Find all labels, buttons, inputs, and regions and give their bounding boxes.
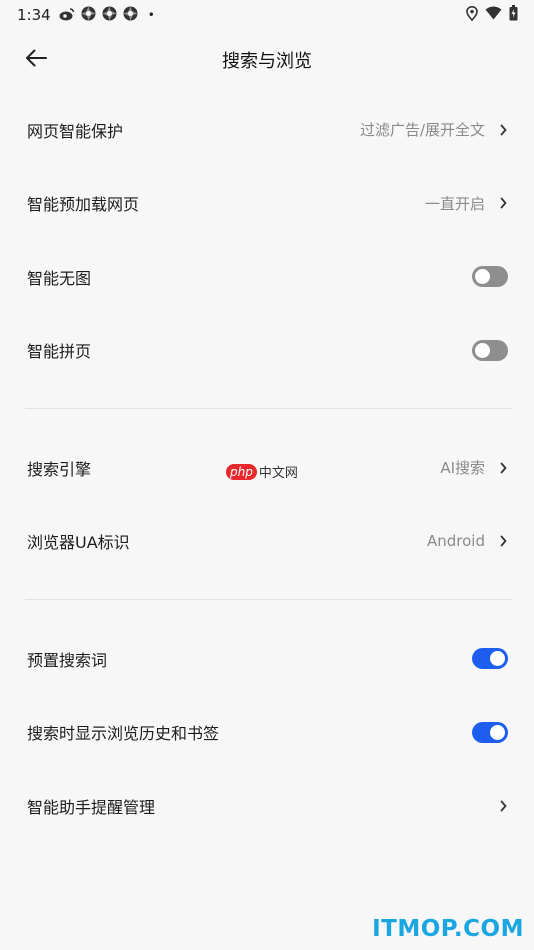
- php-text: 中文网: [258, 466, 298, 481]
- row-value: AI搜索: [440, 459, 485, 478]
- site-watermark: ITMOP.COM: [372, 916, 524, 942]
- chevron-right-icon: [499, 535, 507, 547]
- chevron-right-icon: [499, 800, 507, 812]
- row-label: 预置搜索词: [27, 650, 108, 670]
- row-label: 智能助手提醒管理: [27, 797, 156, 817]
- php-badge: php: [226, 463, 257, 480]
- status-time: 1:34: [17, 6, 51, 24]
- assistant-reminder-row[interactable]: 智能助手提醒管理: [0, 769, 534, 843]
- notification-icons: •: [59, 6, 155, 24]
- app-icon: [102, 6, 117, 24]
- divider: [25, 408, 512, 409]
- status-bar: 1:34 •: [0, 0, 534, 30]
- section-gap: [0, 578, 534, 622]
- app-icon: [81, 6, 96, 24]
- row-label: 智能无图: [27, 268, 92, 288]
- page-title: 搜索与浏览: [222, 51, 312, 72]
- divider: [25, 599, 512, 600]
- smart-no-image-toggle[interactable]: [472, 266, 508, 288]
- row-label: 智能预加载网页: [27, 195, 140, 215]
- wifi-icon: [485, 6, 502, 24]
- toggle-knob: [475, 269, 490, 285]
- smart-no-image-row: 智能无图: [0, 240, 534, 314]
- battery-icon: [509, 5, 518, 25]
- smart-page-join-row: 智能拼页: [0, 314, 534, 388]
- row-label: 智能拼页: [27, 342, 92, 362]
- preset-search-words-toggle[interactable]: [472, 648, 508, 670]
- chevron-right-icon: [499, 462, 507, 474]
- weibo-icon: [59, 7, 75, 24]
- notification-dot: •: [147, 8, 155, 22]
- php-watermark: php 中文网: [226, 462, 298, 481]
- show-history-bookmarks-row: 搜索时显示浏览历史和书签: [0, 696, 534, 770]
- back-button[interactable]: [18, 46, 54, 74]
- smart-preload-row[interactable]: 智能预加载网页 一直开启: [0, 167, 534, 241]
- row-label: 浏览器UA标识: [27, 533, 130, 553]
- browser-ua-row[interactable]: 浏览器UA标识 Android: [0, 505, 534, 579]
- section-gap: [0, 387, 534, 431]
- location-icon: [466, 5, 478, 25]
- row-label: 搜索时显示浏览历史和书签: [27, 724, 220, 744]
- web-smart-protection-row[interactable]: 网页智能保护 过滤广告/展开全文: [0, 93, 534, 167]
- row-value: 一直开启: [424, 194, 485, 213]
- preset-search-words-row: 预置搜索词: [0, 622, 534, 696]
- toggle-knob: [490, 724, 505, 740]
- show-history-bookmarks-toggle[interactable]: [472, 721, 508, 743]
- toggle-knob: [475, 342, 490, 358]
- system-icons: [466, 5, 518, 25]
- row-value: 过滤广告/展开全文: [359, 121, 485, 140]
- arrow-left-icon: [25, 49, 47, 71]
- app-header: 搜索与浏览: [0, 38, 534, 82]
- smart-page-join-toggle[interactable]: [472, 339, 508, 361]
- chevron-right-icon: [499, 124, 507, 136]
- toggle-knob: [490, 651, 505, 667]
- app-icon: [123, 6, 138, 24]
- row-label: 网页智能保护: [27, 121, 124, 141]
- row-value: Android: [427, 532, 485, 551]
- chevron-right-icon: [499, 197, 507, 209]
